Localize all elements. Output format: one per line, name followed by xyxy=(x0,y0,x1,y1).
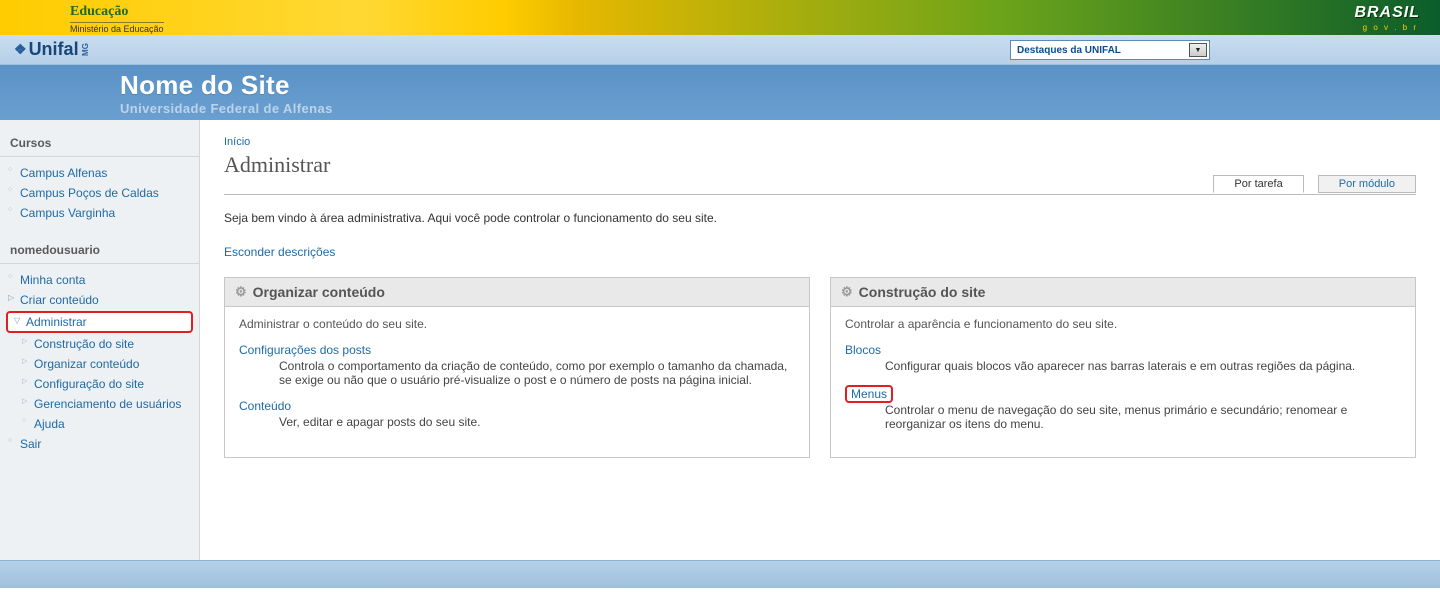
unifal-logo[interactable]: ❖ Unifal MG xyxy=(14,39,91,60)
highlight-box-menus: Menus xyxy=(845,385,893,403)
unifal-bar: ❖ Unifal MG Destaques da UNIFAL xyxy=(0,35,1440,65)
desc-menus: Controlar o menu de navegação do seu sit… xyxy=(885,403,1401,431)
sidebar-item-campus-pocos[interactable]: Campus Poços de Caldas xyxy=(0,183,199,203)
gov-brand-sub: g o v . b r xyxy=(1363,23,1418,32)
sidebar-sub-organizar[interactable]: Organizar conteúdo xyxy=(0,354,199,374)
sidebar-sub-gerenciar[interactable]: Gerenciamento de usuários xyxy=(0,394,199,414)
gear-icon: ⚙ xyxy=(841,284,853,300)
sidebar-item-campus-varginha[interactable]: Campus Varginha xyxy=(0,203,199,223)
sidebar-sub-config[interactable]: Configuração do site xyxy=(0,374,199,394)
highlights-label: Destaques da UNIFAL xyxy=(1017,45,1121,56)
hide-descriptions-link[interactable]: Esconder descrições xyxy=(224,245,335,259)
panel-subtitle-organizar: Administrar o conteúdo do seu site. xyxy=(239,317,795,331)
panel-construcao-site: ⚙ Construção do site Controlar a aparênc… xyxy=(830,277,1416,458)
unifal-region: MG xyxy=(81,43,90,56)
highlights-dropdown[interactable]: Destaques da UNIFAL xyxy=(1010,40,1210,60)
title-bar: Nome do Site Universidade Federal de Alf… xyxy=(0,65,1440,120)
tab-por-modulo[interactable]: Por módulo xyxy=(1318,175,1416,193)
sidebar: Cursos Campus Alfenas Campus Poços de Ca… xyxy=(0,120,200,560)
sidebar-sub-construcao[interactable]: Construção do site xyxy=(0,334,199,354)
tab-por-tarefa[interactable]: Por tarefa xyxy=(1213,175,1303,193)
gear-icon: ⚙ xyxy=(235,284,247,300)
desc-blocos: Configurar quais blocos vão aparecer nas… xyxy=(885,359,1401,373)
panel-organizar-conteudo: ⚙ Organizar conteúdo Administrar o conte… xyxy=(224,277,810,458)
desc-conteudo: Ver, editar e apagar posts do seu site. xyxy=(279,415,795,429)
tabs-separator: Por tarefa Por módulo xyxy=(224,194,1416,195)
link-blocos[interactable]: Blocos xyxy=(845,343,881,357)
unifal-name: Unifal xyxy=(29,39,79,60)
sidebar-item-criar-conteudo[interactable]: Criar conteúdo xyxy=(0,290,199,310)
gov-dept: Educação xyxy=(70,4,128,20)
sidebar-group-user: nomedousuario xyxy=(0,237,199,264)
sidebar-sub-ajuda[interactable]: Ajuda xyxy=(0,414,199,434)
panel-title-construcao: Construção do site xyxy=(859,284,986,300)
link-menus[interactable]: Menus xyxy=(851,387,887,401)
site-subtitle: Universidade Federal de Alfenas xyxy=(120,101,1440,116)
gov-ministry: Ministério da Educação xyxy=(70,22,164,34)
gov-brand[interactable]: BRASIL xyxy=(1354,4,1420,22)
panel-title-organizar: Organizar conteúdo xyxy=(253,284,385,300)
desc-config-posts: Controla o comportamento da criação de c… xyxy=(279,359,795,387)
link-config-posts[interactable]: Configurações dos posts xyxy=(239,343,371,357)
footer-bar xyxy=(0,560,1440,588)
sidebar-item-campus-alfenas[interactable]: Campus Alfenas xyxy=(0,163,199,183)
breadcrumb[interactable]: Início xyxy=(224,136,1416,148)
sidebar-group-cursos: Cursos xyxy=(0,130,199,157)
site-title[interactable]: Nome do Site xyxy=(120,70,1440,101)
link-conteudo[interactable]: Conteúdo xyxy=(239,399,291,413)
main-content: Início Administrar Por tarefa Por módulo… xyxy=(200,120,1440,560)
star-icon: ❖ xyxy=(14,41,27,58)
chevron-down-icon[interactable] xyxy=(1189,43,1207,57)
sidebar-item-administrar[interactable]: Administrar xyxy=(6,311,193,333)
gov-top-bar: Educação Ministério da Educação BRASIL g… xyxy=(0,0,1440,35)
intro-text: Seja bem vindo à área administrativa. Aq… xyxy=(224,211,1416,225)
sidebar-item-sair[interactable]: Sair xyxy=(0,434,199,454)
sidebar-item-minha-conta[interactable]: Minha conta xyxy=(0,270,199,290)
panel-subtitle-construcao: Controlar a aparência e funcionamento do… xyxy=(845,317,1401,331)
